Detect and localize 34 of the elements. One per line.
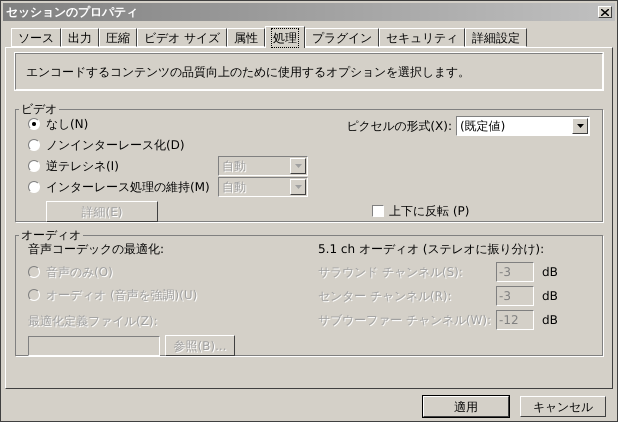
input-field[interactable] [28, 336, 160, 356]
radio-button[interactable] [28, 181, 40, 193]
tab[interactable]: 詳細設定 [464, 28, 527, 47]
radio-label[interactable]: ノンインターレース化(D) [46, 136, 212, 154]
radio-label[interactable]: インターレース処理の維持(M) [46, 178, 212, 196]
radio-label[interactable]: 逆テレシネ(I) [46, 157, 212, 175]
tab[interactable]: 圧縮 [99, 28, 137, 47]
dropdown[interactable]: (既定値) [456, 116, 590, 136]
checkbox[interactable] [372, 205, 384, 217]
radio-label[interactable]: なし(N) [46, 115, 212, 133]
tab[interactable]: プラグイン [304, 28, 379, 47]
close-icon[interactable] [598, 6, 612, 18]
section-heading: 音声コーデックの最適化: [28, 241, 166, 258]
tab[interactable]: ソース [11, 28, 61, 47]
unit-label: dB [542, 264, 558, 281]
window-title: セッションのプロパティ [6, 4, 138, 21]
tab[interactable]: ビデオ サイズ [137, 28, 227, 47]
tab[interactable]: 出力 [61, 28, 99, 47]
group-label: ビデオ [20, 101, 58, 118]
radio-button[interactable] [28, 118, 40, 130]
tab[interactable]: 処理 [264, 26, 305, 48]
description: エンコードするコンテンツの品質向上のために使用するオプションを選択します。 [15, 53, 603, 90]
radio-button[interactable] [28, 139, 40, 151]
push-button[interactable]: キャンセル [520, 396, 606, 417]
unit-label: dB [542, 288, 558, 305]
unit-label: dB [542, 312, 558, 329]
radio-button[interactable] [28, 160, 40, 172]
push-button[interactable]: 適用 [423, 396, 509, 417]
checkbox-label[interactable]: 上下に反転 (P) [389, 202, 470, 220]
tab[interactable]: セキュリティ [378, 28, 465, 47]
field-label: ピクセルの形式(X): [346, 118, 452, 135]
tab[interactable]: 属性 [226, 28, 265, 47]
group-label: オーディオ [20, 227, 82, 243]
section-heading: 5.1 ch オーディオ (ステレオに振り分け): [318, 241, 546, 258]
